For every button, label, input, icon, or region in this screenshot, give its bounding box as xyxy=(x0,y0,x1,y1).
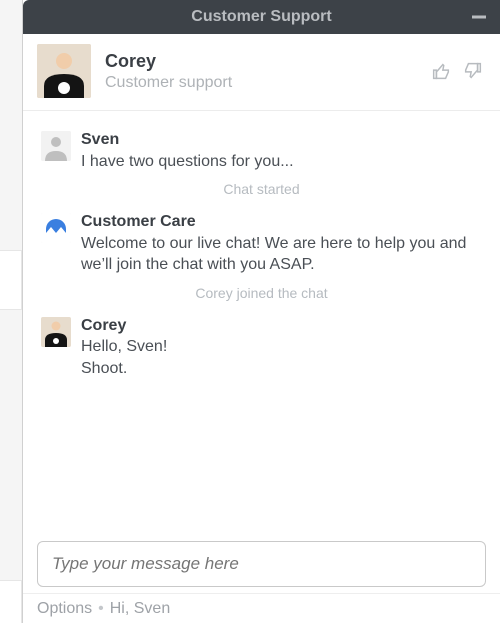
message-sender: Corey xyxy=(81,315,482,337)
user-silhouette-icon xyxy=(41,131,71,161)
chat-widget: Customer Support Corey Customer support xyxy=(22,0,500,623)
message: Customer Care Welcome to our live chat! … xyxy=(41,211,482,276)
message-content: Sven I have two questions for you... xyxy=(81,129,482,172)
message-text-line: Shoot. xyxy=(81,358,482,380)
agent-avatar xyxy=(37,44,91,98)
titlebar: Customer Support xyxy=(23,0,500,34)
footer-bar: Options • Hi, Sven xyxy=(23,593,500,623)
feedback-buttons xyxy=(430,60,484,82)
message-sender: Sven xyxy=(81,129,482,151)
message: Sven I have two questions for you... xyxy=(41,129,482,172)
agent-name: Corey xyxy=(105,51,430,72)
message-text: I have two questions for you... xyxy=(81,151,482,173)
system-message: Chat started xyxy=(41,180,482,199)
agent-info: Corey Customer support xyxy=(105,51,430,92)
person-photo-icon xyxy=(41,317,71,347)
agent-role: Customer support xyxy=(105,74,430,92)
composer-area xyxy=(23,541,500,593)
bot-avatar xyxy=(41,213,71,243)
message-content: Corey Hello, Sven! Shoot. xyxy=(81,315,482,380)
message-input[interactable] xyxy=(37,541,486,587)
message: Corey Hello, Sven! Shoot. xyxy=(41,315,482,380)
agent-avatar-small xyxy=(41,317,71,347)
footer-greeting: Hi, Sven xyxy=(110,600,170,618)
agent-header: Corey Customer support xyxy=(23,34,500,111)
message-content: Customer Care Welcome to our live chat! … xyxy=(81,211,482,276)
user-avatar xyxy=(41,131,71,161)
system-message: Corey joined the chat xyxy=(41,284,482,303)
message-text: Welcome to our live chat! We are here to… xyxy=(81,233,482,276)
person-photo-icon xyxy=(37,44,91,98)
options-link[interactable]: Options xyxy=(37,600,92,618)
chat-body: Sven I have two questions for you... Cha… xyxy=(23,111,500,541)
background-page-sliver xyxy=(0,250,22,310)
message-sender: Customer Care xyxy=(81,211,482,233)
minimize-icon[interactable] xyxy=(472,16,486,19)
thumbs-up-icon[interactable] xyxy=(430,60,452,82)
mountain-logo-icon xyxy=(41,213,71,243)
separator-dot: • xyxy=(98,600,104,618)
title-text: Customer Support xyxy=(191,8,331,26)
thumbs-down-icon[interactable] xyxy=(462,60,484,82)
message-text-line: Hello, Sven! xyxy=(81,336,482,358)
background-page-sliver xyxy=(0,580,22,623)
